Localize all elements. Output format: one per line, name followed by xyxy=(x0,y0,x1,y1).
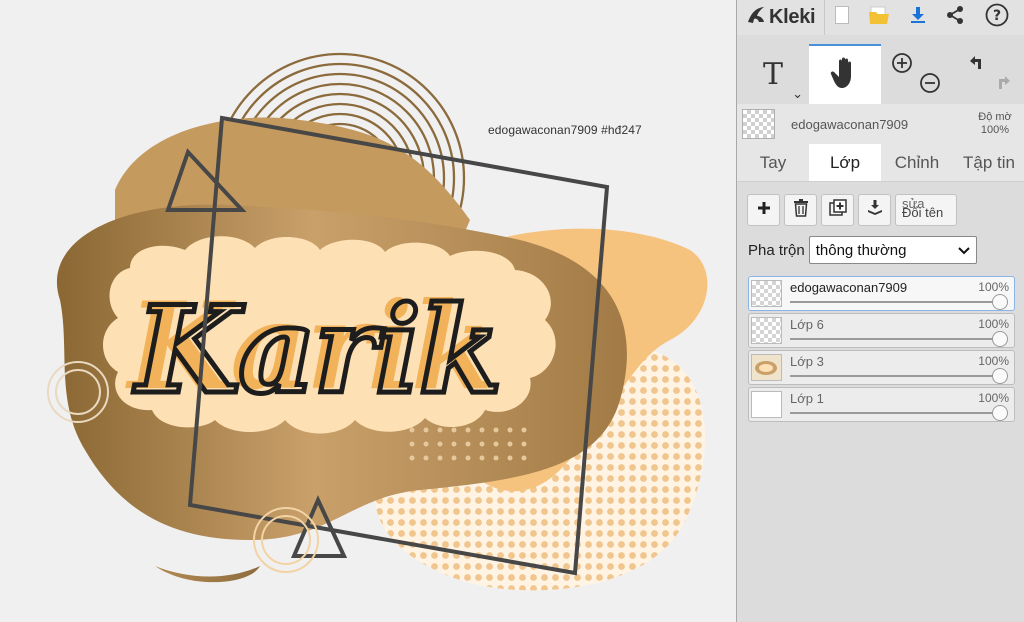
current-layer-thumbnail xyxy=(742,109,775,139)
layer-item-lop-6[interactable]: Lớp 6 100% xyxy=(748,313,1015,348)
text-tool-icon: T xyxy=(762,56,783,92)
tab-layers[interactable]: Lớp xyxy=(809,144,881,181)
opacity-slider-track[interactable] xyxy=(790,375,1000,377)
hand-tool-icon xyxy=(830,56,860,95)
new-document-button[interactable] xyxy=(825,0,859,35)
rename-label: Đổi tên xyxy=(902,205,944,220)
karik-text: Karik Karik xyxy=(125,276,505,424)
layer-name: Lớp 3 xyxy=(790,354,824,369)
app-logo[interactable]: Kleki xyxy=(737,0,825,35)
opacity-slider-track[interactable] xyxy=(790,338,1000,340)
opacity-value: 100% xyxy=(980,124,1010,136)
layer-opacity: 100% xyxy=(978,317,1009,331)
kleki-app: Karik Karik edogawaconan7909 #hđ247 Klek… xyxy=(0,0,1024,622)
layer-thumbnail xyxy=(751,317,782,344)
undo-icon[interactable] xyxy=(965,52,987,79)
text-tool-button[interactable]: T ⌄ xyxy=(737,44,809,104)
layer-name: Lớp 1 xyxy=(790,391,824,406)
opacity-label: Độ mờ xyxy=(978,111,1012,123)
side-panel: Kleki ? T ⌄ edogawaconan7909 Độ mờ 100% … xyxy=(736,0,1024,622)
layer-list: edogawaconan7909 100% Lớp 6 100% Lớp 3 1… xyxy=(748,276,1015,424)
layer-opacity: 100% xyxy=(978,280,1009,294)
layer-actions: sửa Đổi tên xyxy=(747,194,957,226)
drawing-canvas[interactable]: Karik Karik edogawaconan7909 #hđ247 xyxy=(0,0,736,622)
duplicate-icon xyxy=(828,198,847,222)
opacity-slider-track[interactable] xyxy=(790,412,1000,414)
current-layer-info: edogawaconan7909 Độ mờ 100% xyxy=(737,104,1024,144)
share-icon xyxy=(945,5,965,30)
layer-thumbnail xyxy=(751,391,782,418)
layer-item-edogawaconan7909[interactable]: edogawaconan7909 100% xyxy=(748,276,1015,311)
panel-tabs: Tay Lớp Chỉnh Tập tin xyxy=(737,144,1024,182)
share-button[interactable] xyxy=(937,0,973,35)
opacity-slider-handle[interactable] xyxy=(992,331,1008,347)
svg-text:Karik: Karik xyxy=(133,280,500,421)
layer-name: Lớp 6 xyxy=(790,317,824,332)
layer-name: edogawaconan7909 xyxy=(790,280,908,295)
app-title: Kleki xyxy=(769,6,816,28)
tool-row: T ⌄ xyxy=(737,44,1024,104)
open-file-button[interactable] xyxy=(859,0,899,35)
merge-down-icon xyxy=(866,199,884,222)
delete-layer-button[interactable] xyxy=(784,194,817,226)
layer-thumbnail xyxy=(751,354,782,381)
duplicate-layer-button[interactable] xyxy=(821,194,854,226)
layer-item-lop-3[interactable]: Lớp 3 100% xyxy=(748,350,1015,385)
top-toolbar: Kleki ? xyxy=(737,0,1024,35)
svg-text:?: ? xyxy=(993,8,1001,24)
opacity-slider-track[interactable] xyxy=(790,301,1000,303)
open-folder-icon xyxy=(868,5,890,30)
new-document-icon xyxy=(834,5,850,30)
tab-file[interactable]: Tập tin xyxy=(953,144,1024,181)
layer-thumbnail xyxy=(751,280,782,307)
zoom-buttons xyxy=(881,44,953,104)
tab-brush[interactable]: Tay xyxy=(737,144,809,181)
download-icon xyxy=(908,5,928,30)
help-button[interactable]: ? xyxy=(973,0,1021,35)
canvas-watermark: edogawaconan7909 #hđ247 xyxy=(488,123,642,137)
gold-swoosh xyxy=(155,566,260,583)
layer-opacity: 100% xyxy=(978,354,1009,368)
trash-icon xyxy=(793,198,809,222)
chevron-down-icon[interactable]: ⌄ xyxy=(792,86,803,102)
rename-layer-button[interactable]: sửa Đổi tên xyxy=(895,194,957,226)
help-icon: ? xyxy=(985,3,1009,32)
opacity-slider-handle[interactable] xyxy=(992,294,1008,310)
zoom-in-icon[interactable] xyxy=(891,52,913,79)
blend-mode-row: Pha trộn thông thường xyxy=(748,236,977,264)
chevron-down-icon xyxy=(958,242,970,259)
layer-item-lop-1[interactable]: Lớp 1 100% xyxy=(748,387,1015,422)
kleki-logo-icon xyxy=(745,4,767,31)
blend-mode-select[interactable]: thông thường xyxy=(808,236,977,264)
history-buttons xyxy=(953,44,1024,104)
layer-opacity: 100% xyxy=(978,391,1009,405)
opacity-slider-handle[interactable] xyxy=(992,368,1008,384)
download-button[interactable] xyxy=(899,0,937,35)
hand-tool-button[interactable] xyxy=(809,44,881,104)
redo-icon[interactable] xyxy=(993,72,1015,99)
current-layer-name: edogawaconan7909 xyxy=(791,116,909,132)
plus-icon xyxy=(757,201,771,220)
tab-adjust[interactable]: Chỉnh xyxy=(881,144,953,181)
current-layer-opacity: Độ mờ 100% xyxy=(965,111,1024,137)
blend-mode-label: Pha trộn xyxy=(748,241,805,259)
add-layer-button[interactable] xyxy=(747,194,780,226)
blend-mode-value: thông thường xyxy=(815,241,907,259)
opacity-slider-handle[interactable] xyxy=(992,405,1008,421)
merge-down-button[interactable] xyxy=(858,194,891,226)
artwork: Karik Karik xyxy=(47,52,708,591)
zoom-out-icon[interactable] xyxy=(919,72,941,99)
